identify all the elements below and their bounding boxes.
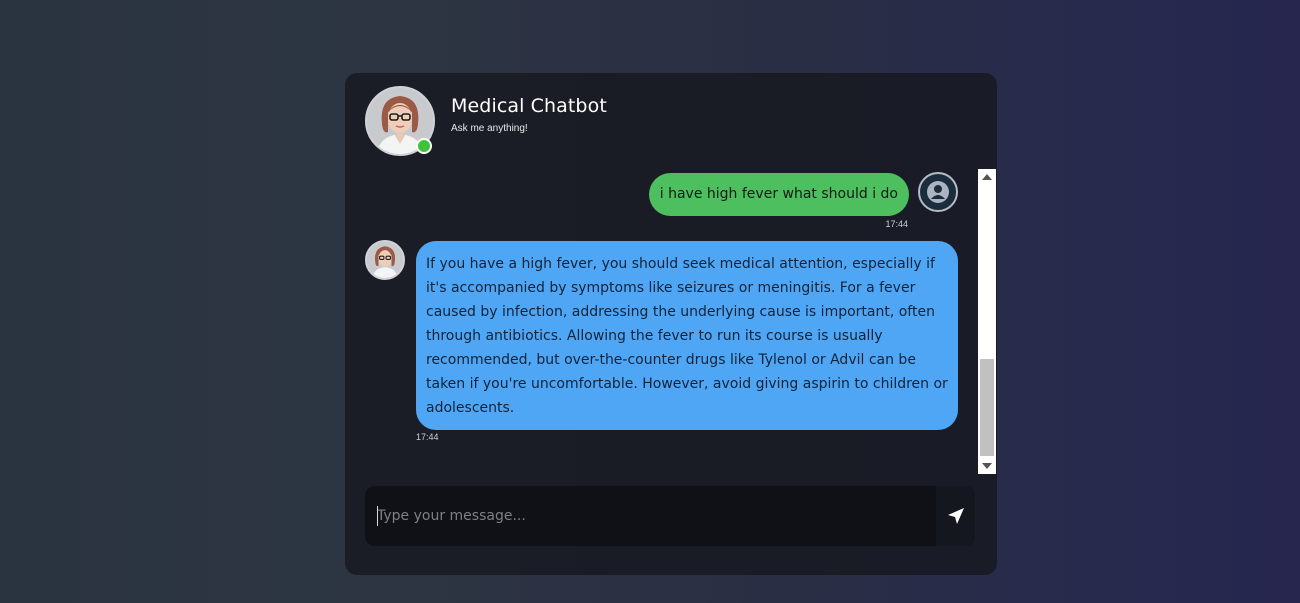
send-icon — [947, 508, 964, 524]
chat-window: Medical Chatbot Ask me anything! i have … — [345, 73, 997, 575]
chat-header: Medical Chatbot Ask me anything! — [365, 85, 965, 157]
scrollbar-thumb[interactable] — [980, 359, 994, 456]
scroll-up-arrow-icon[interactable] — [982, 174, 992, 180]
bot-message-time: 17:44 — [416, 432, 439, 442]
chat-subtitle: Ask me anything! — [451, 123, 528, 134]
user-message-time: 17:44 — [885, 219, 908, 229]
message-input[interactable] — [365, 486, 935, 546]
bot-message-avatar — [365, 240, 405, 280]
online-status-indicator — [416, 138, 432, 154]
doctor-avatar-icon — [367, 242, 403, 278]
scroll-down-arrow-icon[interactable] — [982, 463, 992, 469]
message-composer — [365, 486, 975, 546]
user-message-bubble: i have high fever what should i do — [648, 173, 909, 216]
send-button[interactable] — [936, 486, 975, 546]
user-icon — [927, 181, 949, 203]
message-list[interactable]: i have high fever what should i do 17:44… — [365, 169, 960, 472]
user-avatar — [918, 172, 958, 212]
chat-title: Medical Chatbot — [451, 95, 607, 117]
text-caret — [377, 506, 378, 526]
message-scrollbar[interactable] — [978, 169, 996, 474]
bot-message-bubble: If you have a high fever, you should see… — [416, 241, 958, 430]
